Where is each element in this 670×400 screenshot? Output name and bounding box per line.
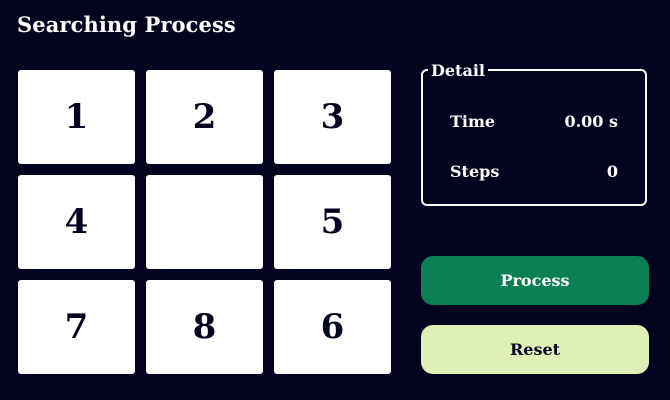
- puzzle-tile-3[interactable]: 3: [274, 70, 391, 164]
- puzzle-tile-4[interactable]: 4: [18, 175, 135, 269]
- steps-label: Steps: [450, 162, 500, 181]
- reset-button[interactable]: Reset: [421, 325, 649, 374]
- puzzle-tile-8[interactable]: 8: [146, 280, 263, 374]
- puzzle-tile-7[interactable]: 7: [18, 280, 135, 374]
- detail-legend: Detail: [428, 62, 488, 80]
- time-label: Time: [450, 112, 496, 131]
- detail-panel: Detail Time 0.00 s Steps 0: [421, 62, 647, 206]
- puzzle-tile-6[interactable]: 6: [274, 280, 391, 374]
- puzzle-tile-2[interactable]: 2: [146, 70, 263, 164]
- process-button[interactable]: Process: [421, 256, 649, 305]
- steps-row: Steps 0: [450, 162, 618, 181]
- page-title: Searching Process: [17, 12, 236, 37]
- puzzle-tile-5[interactable]: 5: [274, 175, 391, 269]
- puzzle-board: 1 2 3 4 5 7 8 6: [18, 70, 391, 374]
- steps-value: 0: [606, 162, 618, 181]
- time-value: 0.00 s: [564, 112, 618, 131]
- puzzle-tile-blank[interactable]: [146, 175, 263, 269]
- time-row: Time 0.00 s: [450, 112, 618, 131]
- puzzle-tile-1[interactable]: 1: [18, 70, 135, 164]
